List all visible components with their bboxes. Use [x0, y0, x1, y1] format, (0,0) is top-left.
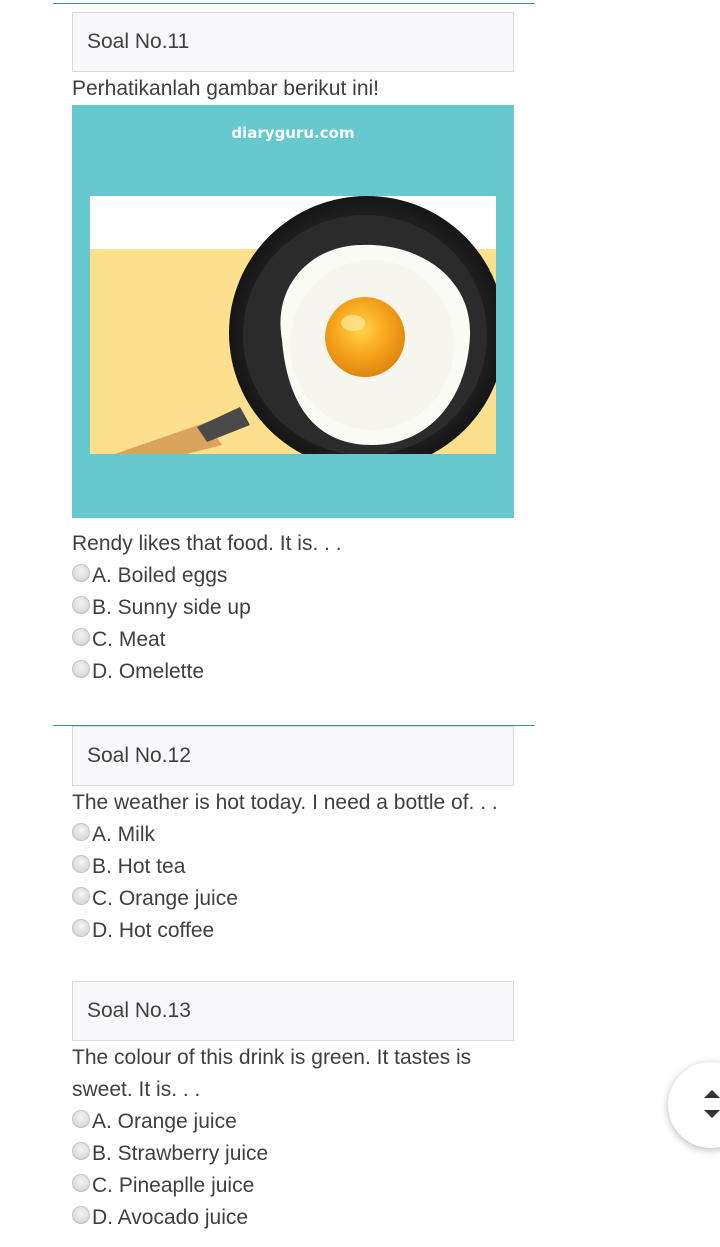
question-12-option-c[interactable]: C. Orange juice: [72, 883, 238, 915]
option-label: B. Strawberry juice: [92, 1142, 269, 1165]
scroll-control-button[interactable]: [668, 1062, 720, 1148]
radio-unchecked-icon[interactable]: [72, 1206, 90, 1224]
question-13-option-c[interactable]: C. Pineaplle juice: [72, 1170, 254, 1202]
option-label: D. Avocado juice: [92, 1206, 249, 1229]
option-label: C. Meat: [92, 628, 166, 651]
question-12-header: Soal No.12: [72, 726, 514, 786]
option-label: A. Boiled eggs: [92, 564, 228, 587]
option-label: D. Omelette: [92, 660, 205, 683]
question-12-option-d[interactable]: D. Hot coffee: [72, 915, 214, 947]
radio-unchecked-icon[interactable]: [72, 564, 90, 582]
question-11-option-c[interactable]: C. Meat: [72, 624, 166, 656]
image-watermark: diaryguru.com: [231, 124, 354, 142]
question-13-option-b[interactable]: B. Strawberry juice: [72, 1138, 268, 1170]
radio-unchecked-icon[interactable]: [72, 1142, 90, 1160]
option-label: A. Milk: [92, 823, 155, 846]
radio-unchecked-icon[interactable]: [72, 1110, 90, 1128]
option-label: C. Pineaplle juice: [92, 1174, 255, 1197]
radio-unchecked-icon[interactable]: [72, 823, 90, 841]
question-12-number: Soal No.12: [87, 744, 191, 767]
up-down-arrows-icon: [704, 1090, 720, 1118]
radio-unchecked-icon[interactable]: [72, 1174, 90, 1192]
radio-unchecked-icon[interactable]: [72, 660, 90, 678]
radio-unchecked-icon[interactable]: [72, 887, 90, 905]
question-divider: [53, 3, 535, 4]
option-label: A. Orange juice: [92, 1110, 237, 1133]
question-13-prompt-line-2: sweet. It is. . .: [72, 1078, 201, 1101]
option-label: C. Orange juice: [92, 887, 238, 910]
radio-unchecked-icon[interactable]: [72, 855, 90, 873]
question-12-option-b[interactable]: B. Hot tea: [72, 851, 185, 883]
question-11-option-d[interactable]: D. Omelette: [72, 656, 204, 688]
question-11-header: Soal No.11: [72, 12, 514, 72]
question-11-instruction: Perhatikanlah gambar berikut ini!: [72, 77, 380, 100]
radio-unchecked-icon[interactable]: [72, 919, 90, 937]
option-label: B. Hot tea: [92, 855, 186, 878]
question-13-header: Soal No.13: [72, 981, 514, 1041]
radio-unchecked-icon[interactable]: [72, 596, 90, 614]
question-11-option-a[interactable]: A. Boiled eggs: [72, 560, 227, 592]
question-13-number: Soal No.13: [87, 999, 191, 1022]
fried-egg-pan-image: diaryguru.com: [72, 105, 514, 518]
option-label: B. Sunny side up: [92, 596, 251, 619]
question-13-prompt-line-1: The colour of this drink is green. It ta…: [72, 1046, 472, 1069]
question-13-option-a[interactable]: A. Orange juice: [72, 1106, 237, 1138]
question-12-prompt: The weather is hot today. I need a bottl…: [72, 791, 498, 814]
question-11-prompt: Rendy likes that food. It is. . .: [72, 532, 342, 555]
question-11-option-b[interactable]: B. Sunny side up: [72, 592, 251, 624]
question-11-number: Soal No.11: [87, 30, 190, 53]
radio-unchecked-icon[interactable]: [72, 628, 90, 646]
question-12-option-a[interactable]: A. Milk: [72, 819, 155, 851]
option-label: D. Hot coffee: [92, 919, 215, 942]
question-13-option-d[interactable]: D. Avocado juice: [72, 1202, 248, 1234]
